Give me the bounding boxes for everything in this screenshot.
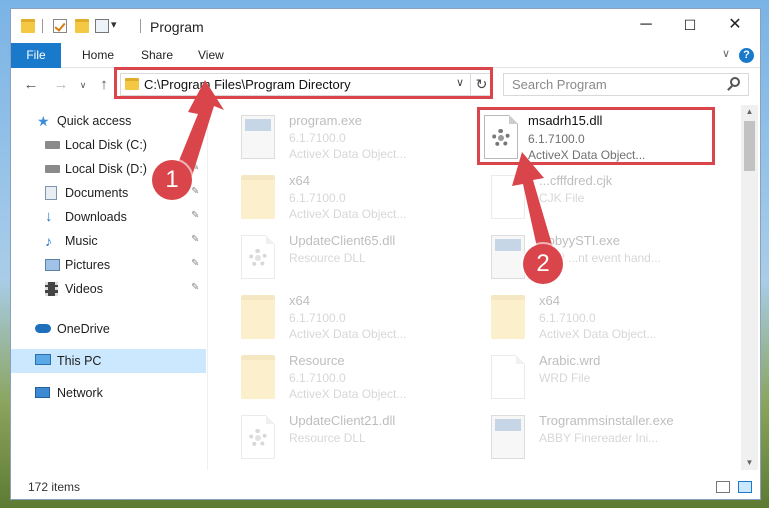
step-badge-1: 1: [152, 160, 192, 200]
arrow-2: [512, 152, 553, 252]
annotation-arrows: [176, 80, 553, 252]
arrow-1: [176, 80, 224, 176]
step-badge-2: 2: [523, 244, 563, 284]
